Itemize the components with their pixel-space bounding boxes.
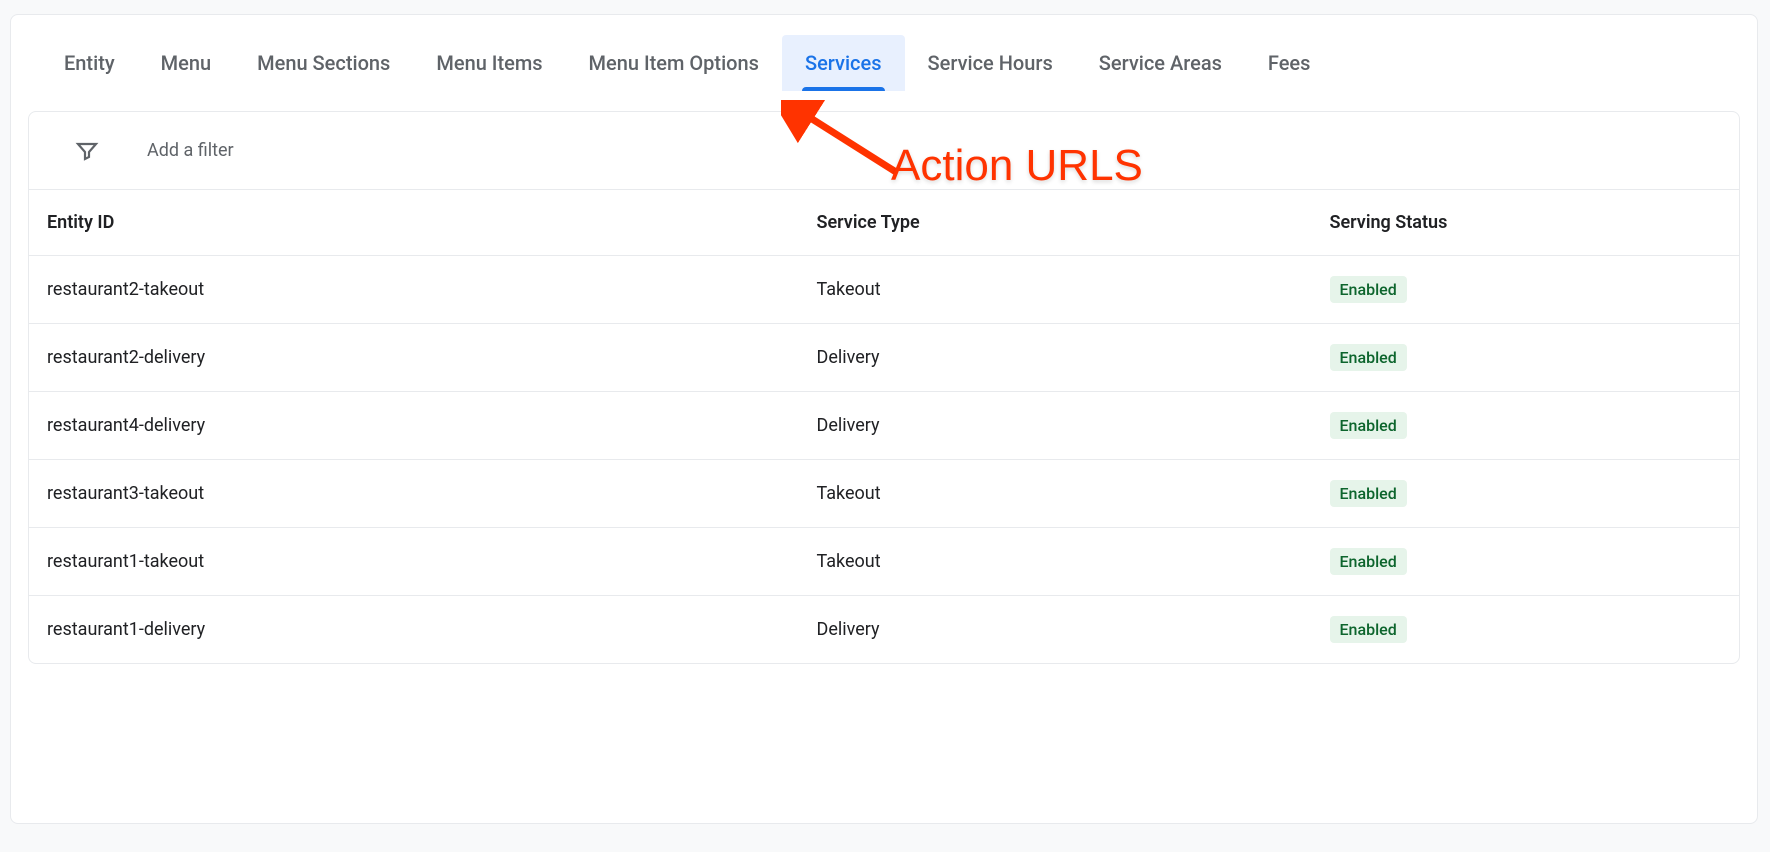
tab-service-hours[interactable]: Service Hours <box>905 35 1076 91</box>
cell-service-type: Delivery <box>799 324 1312 392</box>
cell-entity-id: restaurant2-delivery <box>29 324 799 392</box>
main-panel: EntityMenuMenu SectionsMenu ItemsMenu It… <box>10 14 1758 824</box>
tab-fees[interactable]: Fees <box>1245 35 1334 91</box>
status-badge: Enabled <box>1330 616 1407 643</box>
tab-menu-item-options[interactable]: Menu Item Options <box>566 35 782 91</box>
filter-icon[interactable] <box>59 123 115 179</box>
table-row[interactable]: restaurant1-takeoutTakeout Enabled <box>29 528 1739 596</box>
cell-entity-id: restaurant3-takeout <box>29 460 799 528</box>
cell-service-type: Delivery <box>799 392 1312 460</box>
tab-entity[interactable]: Entity <box>41 35 138 91</box>
status-badge: Enabled <box>1330 480 1407 507</box>
cell-serving-status: Enabled <box>1312 460 1740 528</box>
filter-row: Add a filter <box>29 112 1739 190</box>
status-badge: Enabled <box>1330 276 1407 303</box>
table-row[interactable]: restaurant2-takeoutTakeout Enabled <box>29 256 1739 324</box>
status-badge: Enabled <box>1330 548 1407 575</box>
tab-services[interactable]: Services <box>782 35 905 91</box>
col-service-type[interactable]: Service Type <box>799 190 1312 256</box>
cell-serving-status: Enabled <box>1312 392 1740 460</box>
add-filter-button[interactable]: Add a filter <box>147 140 234 161</box>
status-badge: Enabled <box>1330 344 1407 371</box>
cell-entity-id: restaurant2-takeout <box>29 256 799 324</box>
table-row[interactable]: restaurant1-deliveryDelivery Enabled <box>29 596 1739 664</box>
cell-serving-status: Enabled <box>1312 324 1740 392</box>
cell-service-type: Takeout <box>799 460 1312 528</box>
col-serving-status[interactable]: Serving Status <box>1312 190 1740 256</box>
cell-service-type: Takeout <box>799 528 1312 596</box>
table-row[interactable]: restaurant2-deliveryDelivery Enabled <box>29 324 1739 392</box>
cell-service-type: Delivery <box>799 596 1312 664</box>
tab-menu-items[interactable]: Menu Items <box>413 35 565 91</box>
cell-serving-status: Enabled <box>1312 596 1740 664</box>
table-wrap: Add a filter Entity ID Service Type Serv… <box>28 111 1740 664</box>
cell-entity-id: restaurant1-takeout <box>29 528 799 596</box>
cell-service-type: Takeout <box>799 256 1312 324</box>
status-badge: Enabled <box>1330 412 1407 439</box>
cell-serving-status: Enabled <box>1312 528 1740 596</box>
services-table: Entity ID Service Type Serving Status re… <box>29 190 1739 663</box>
table-header-row: Entity ID Service Type Serving Status <box>29 190 1739 256</box>
tab-menu[interactable]: Menu <box>138 35 234 91</box>
table-row[interactable]: restaurant3-takeoutTakeout Enabled <box>29 460 1739 528</box>
tab-menu-sections[interactable]: Menu Sections <box>234 35 413 91</box>
tabs: EntityMenuMenu SectionsMenu ItemsMenu It… <box>11 15 1757 111</box>
cell-serving-status: Enabled <box>1312 256 1740 324</box>
table-row[interactable]: restaurant4-deliveryDelivery Enabled <box>29 392 1739 460</box>
tab-service-areas[interactable]: Service Areas <box>1076 35 1245 91</box>
cell-entity-id: restaurant1-delivery <box>29 596 799 664</box>
cell-entity-id: restaurant4-delivery <box>29 392 799 460</box>
col-entity-id[interactable]: Entity ID <box>29 190 799 256</box>
